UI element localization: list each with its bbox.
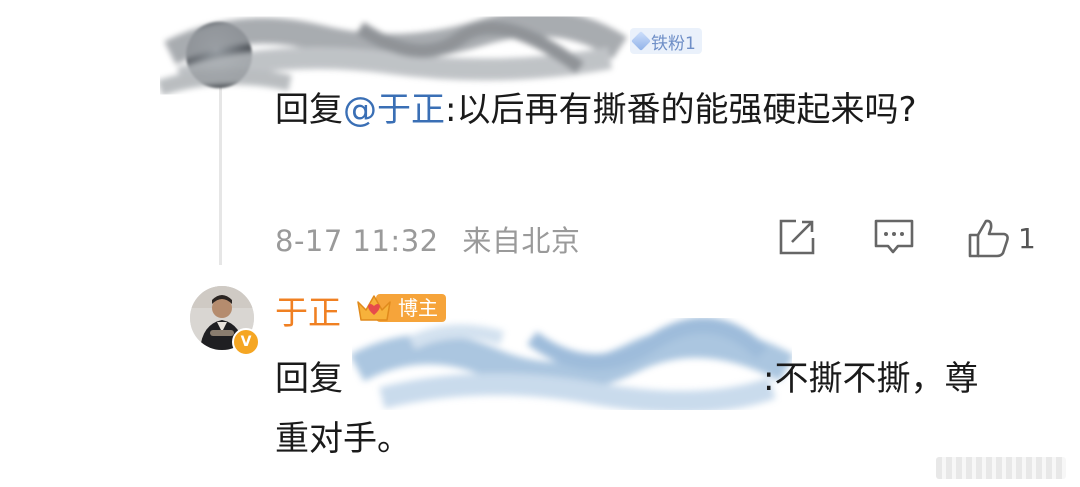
comment-text: 回复@于正:以后再有撕番的能强硬起来吗? (275, 80, 1005, 140)
comment-button[interactable] (872, 216, 916, 258)
author-reply-prefix: 回复 (275, 359, 343, 399)
like-icon (968, 219, 1009, 258)
author-reply-text: 回复:不撕不撕，尊重对手。 (275, 349, 1005, 469)
reply-body: :以后再有撕番的能强硬起来吗? (445, 90, 917, 130)
like-button[interactable]: 1 (966, 216, 1036, 260)
verified-mark: V (240, 334, 252, 350)
crown-icon (357, 295, 391, 321)
author-reply-body: :不撕不撕，尊重对手。 (275, 359, 979, 459)
author-name[interactable]: 于正 (275, 286, 341, 334)
reply-prefix: 回复 (275, 90, 343, 130)
verified-icon: V (232, 328, 260, 356)
comment-icon (874, 219, 914, 254)
share-button[interactable] (776, 216, 818, 258)
fan-level-badge: 铁粉1 (630, 28, 702, 54)
diamond-icon (631, 31, 651, 51)
fan-level-label: 铁粉1 (651, 33, 696, 54)
mention-link[interactable]: @于正 (343, 90, 445, 130)
comment-timestamp: 8-17 11:32 (275, 224, 439, 258)
comment-meta: 8-17 11:32 来自北京 (275, 218, 580, 260)
watermark (936, 457, 1066, 479)
like-count: 1 (1018, 221, 1036, 255)
comment-location: 来自北京 (462, 224, 581, 258)
share-icon (779, 219, 815, 255)
